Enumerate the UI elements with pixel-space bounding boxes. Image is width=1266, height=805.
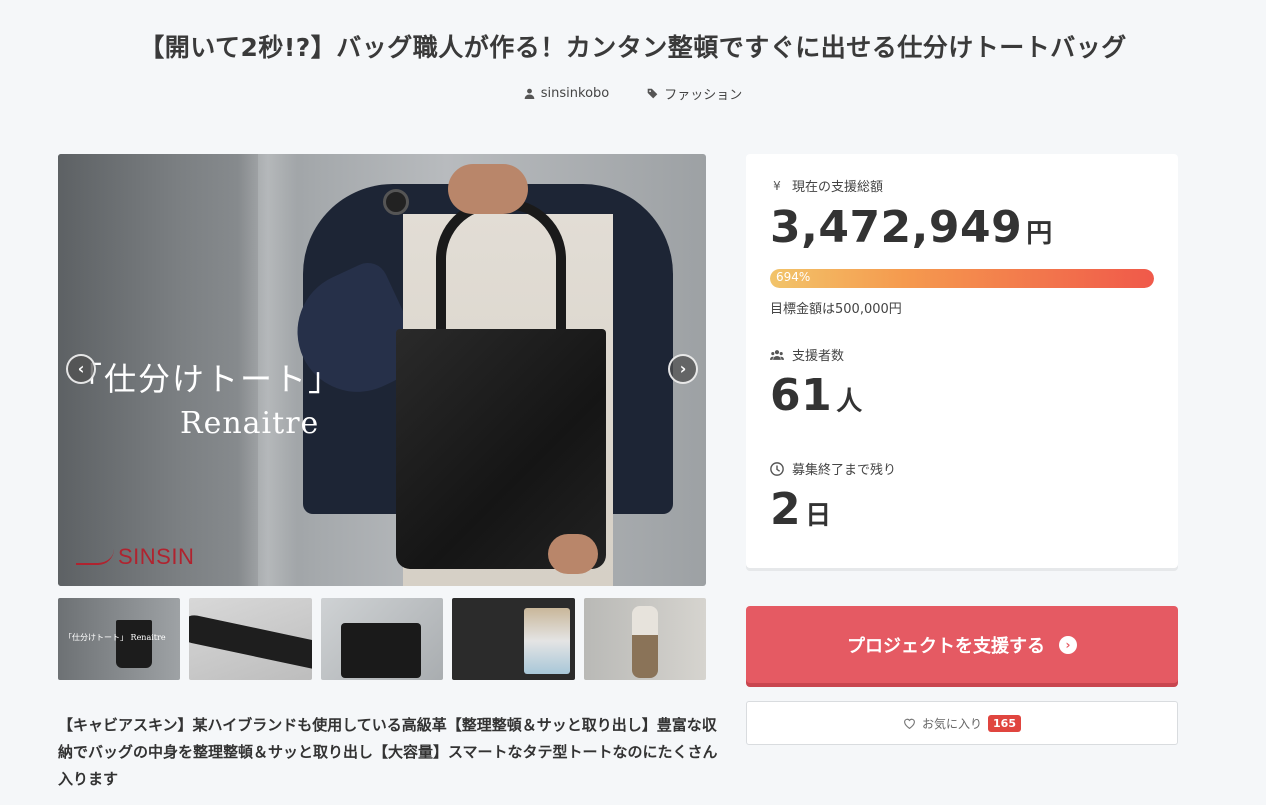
yen-icon: ¥ xyxy=(773,178,781,193)
user-icon xyxy=(524,88,535,99)
support-button-label: プロジェクトを支援する xyxy=(847,635,1045,657)
bag-handle xyxy=(436,199,566,349)
brand-logo: SINSIN xyxy=(76,544,194,570)
thumbnail-4[interactable] xyxy=(452,598,575,680)
page-title: 【開いて2秒!?】バッグ職人が作る！カンタン整頓ですぐに出せる仕分けトートバッグ xyxy=(139,33,1127,62)
thumbnail-2[interactable] xyxy=(189,598,312,680)
total-amount-value: 3,472,949 xyxy=(770,202,1023,253)
project-meta: sinsinkobo ファッション xyxy=(0,84,1266,103)
supporters-count-value: 61 xyxy=(770,370,833,421)
carousel-prev-button[interactable]: ‹ xyxy=(66,354,96,384)
favorite-button[interactable]: お気に入り 165 xyxy=(746,701,1178,745)
total-amount-label: ¥ 現在の支援総額 xyxy=(770,176,883,196)
users-icon xyxy=(770,349,784,360)
hero-caption-title: 「仕分けトート」 xyxy=(70,360,343,398)
remaining-days-value: 2 xyxy=(770,484,802,535)
favorite-label: お気に入り xyxy=(922,716,983,731)
wristwatch xyxy=(383,189,409,215)
brand-logo-text: SINSIN xyxy=(118,544,195,569)
progress-fill xyxy=(770,269,1154,288)
category-name: ファッション xyxy=(664,88,743,103)
thumbnail-caption: 「仕分けトート」 Renaitre xyxy=(64,633,166,642)
tote-bag xyxy=(396,329,606,569)
remaining-days-unit: 日 xyxy=(805,501,832,531)
favorite-count-badge: 165 xyxy=(988,714,1021,732)
thumbnail-1[interactable]: 「仕分けトート」 Renaitre xyxy=(58,598,181,680)
total-amount-unit: 円 xyxy=(1026,219,1053,249)
author-name: sinsinkobo xyxy=(540,86,610,101)
project-description: 【キャビアスキン】某ハイブランドも使用している高級革【整理整頓＆サッと取り出し】… xyxy=(58,716,718,788)
funding-stats-card: ¥ 現在の支援総額 3,472,949 円 694% 目標金額は500,000円 … xyxy=(746,154,1178,568)
remaining-days: 2日 xyxy=(770,484,832,535)
supporters-count-unit: 人 xyxy=(836,387,863,417)
supporters-count: 61 人 xyxy=(770,370,863,421)
hero-caption-subtitle: Renaitre xyxy=(180,406,320,441)
hero-image-carousel[interactable]: 「仕分けトート」 Renaitre SINSIN ‹ › xyxy=(58,154,706,586)
goal-amount: 目標金額は500,000円 xyxy=(770,302,902,317)
total-amount: 3,472,949 円 xyxy=(770,202,1053,253)
thumbnail-3[interactable] xyxy=(320,598,444,680)
funding-progress-bar: 694% xyxy=(770,269,1154,288)
tag-icon xyxy=(647,88,658,99)
brand-swoosh-icon xyxy=(76,549,114,565)
remaining-label: 募集終了まで残り xyxy=(770,459,896,478)
category-link[interactable]: ファッション xyxy=(647,84,742,103)
author-link[interactable]: sinsinkobo xyxy=(524,84,609,103)
progress-percent: 694% xyxy=(776,270,811,284)
support-project-button[interactable]: プロジェクトを支援する › xyxy=(746,606,1178,683)
thumbnail-strip: 「仕分けトート」 Renaitre xyxy=(58,598,707,680)
carousel-next-button[interactable]: › xyxy=(668,354,698,384)
supporters-label: 支援者数 xyxy=(770,345,844,364)
thumbnail-5[interactable] xyxy=(583,598,707,680)
chevron-right-icon: › xyxy=(1059,635,1077,654)
heart-icon xyxy=(904,718,915,729)
clock-icon xyxy=(770,461,784,476)
